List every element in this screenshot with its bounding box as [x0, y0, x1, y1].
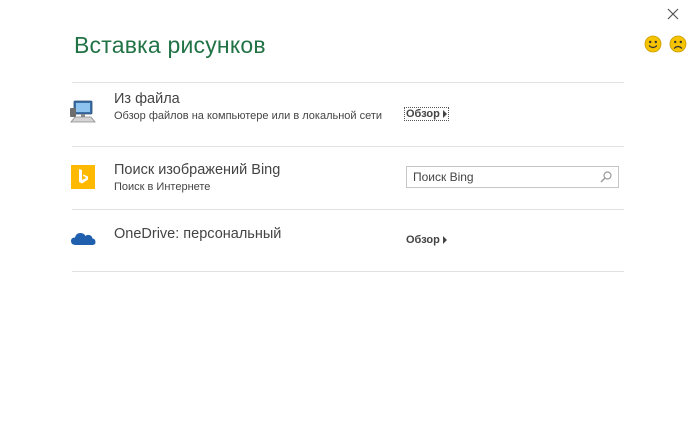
divider: [72, 82, 624, 83]
computer-icon: [70, 100, 96, 129]
from-file-browse-button[interactable]: Обзор: [404, 107, 449, 121]
onedrive-title: OneDrive: персональный: [114, 226, 282, 242]
dialog-title: Вставка рисунков: [74, 32, 266, 58]
from-file-description: Обзор файлов на компьютере или в локальн…: [114, 110, 383, 122]
chevron-right-icon: [442, 236, 447, 244]
search-icon[interactable]: [599, 170, 613, 184]
bing-title: Поиск изображений Bing: [114, 162, 281, 178]
divider: [72, 209, 624, 210]
send-frown-button[interactable]: [669, 35, 687, 53]
close-button[interactable]: [663, 4, 683, 24]
chevron-right-icon: [442, 110, 447, 118]
browse-label: Обзор: [406, 108, 440, 120]
divider: [72, 146, 624, 147]
from-file-title: Из файла: [114, 91, 180, 107]
happy-face-icon: [644, 35, 662, 53]
divider: [72, 271, 624, 272]
send-smile-button[interactable]: [644, 35, 662, 53]
bing-icon: [71, 165, 95, 194]
bing-description: Поиск в Интернете: [114, 181, 211, 193]
bing-search-input[interactable]: [407, 168, 599, 186]
close-icon: [667, 8, 679, 20]
browse-label: Обзор: [406, 234, 440, 246]
sad-face-icon: [669, 35, 687, 53]
onedrive-icon: [70, 229, 96, 252]
bing-search-box: [406, 166, 619, 188]
onedrive-browse-button[interactable]: Обзор: [406, 234, 447, 246]
